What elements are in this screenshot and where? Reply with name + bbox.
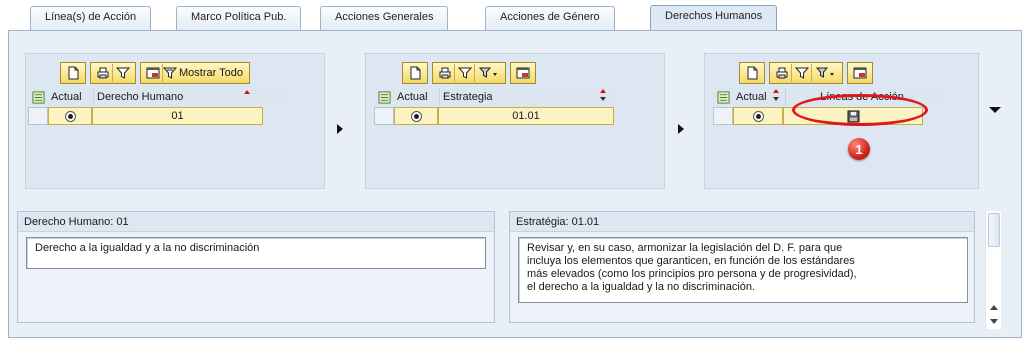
col-derecho-header[interactable]: Derecho Humano bbox=[93, 88, 263, 106]
derecho-detail-text: Derecho a la igualdad y a la no discrimi… bbox=[26, 237, 486, 269]
toolbar-group bbox=[847, 62, 873, 84]
toolbar-group bbox=[769, 62, 843, 84]
radio-selected-icon bbox=[410, 110, 422, 122]
estrategia-toolbar bbox=[402, 62, 536, 84]
col-actual-label: Actual bbox=[736, 91, 767, 103]
export-icon[interactable] bbox=[143, 64, 163, 82]
highlight-ellipse bbox=[792, 94, 928, 126]
tab-marco-politica[interactable]: Marco Política Pub. bbox=[176, 6, 302, 30]
toolbar-group bbox=[432, 62, 506, 84]
print-icon[interactable] bbox=[435, 64, 455, 82]
col-actual-label: Actual bbox=[51, 91, 82, 103]
sort-ascending-icon bbox=[600, 89, 606, 93]
estrategia-grid: Actual Estrategia 01.01 bbox=[365, 53, 665, 189]
text-line: más elevados (como los principios pro pe… bbox=[527, 268, 857, 280]
row-actual-radio[interactable] bbox=[394, 107, 438, 125]
estrategia-detail-box: Estratégia: 01.01 Revisar y, en su caso,… bbox=[509, 211, 975, 323]
dropdown-arrow-icon[interactable] bbox=[989, 107, 1001, 113]
tab-acciones-generales[interactable]: Acciones Generales bbox=[320, 6, 449, 30]
filter-icon[interactable] bbox=[113, 64, 133, 82]
col-estrategia-label: Estrategia bbox=[443, 91, 493, 103]
scrollbar-thumb[interactable] bbox=[988, 213, 1000, 247]
tab-derechos-humanos[interactable]: Derechos Humanos bbox=[650, 5, 778, 31]
show-all-button[interactable]: Mostrar Todo bbox=[163, 64, 247, 82]
tab-label: Marco Política Pub. bbox=[191, 11, 287, 23]
toolbar-group bbox=[60, 62, 86, 84]
table-row[interactable]: 01.01 bbox=[374, 106, 614, 126]
toolbar-group bbox=[739, 62, 765, 84]
row-selector[interactable] bbox=[713, 107, 733, 125]
col-actual-label: Actual bbox=[397, 91, 428, 103]
derecho-toolbar: Mostrar Todo bbox=[60, 62, 250, 84]
col-actual-header[interactable]: Actual bbox=[48, 88, 93, 106]
filter-icon[interactable] bbox=[792, 64, 812, 82]
filter-icon[interactable] bbox=[455, 64, 475, 82]
new-document-icon[interactable] bbox=[405, 64, 425, 82]
expand-arrow-icon[interactable] bbox=[678, 124, 684, 134]
new-document-icon[interactable] bbox=[742, 64, 762, 82]
radio-selected-icon bbox=[752, 110, 764, 122]
row-selector[interactable] bbox=[28, 107, 48, 125]
callout-badge: 1 bbox=[848, 138, 870, 160]
filter-dropdown-icon[interactable] bbox=[812, 64, 840, 82]
col-actual-header[interactable]: Actual bbox=[394, 88, 439, 106]
sort-descending-icon bbox=[773, 97, 779, 101]
select-all-icon[interactable] bbox=[374, 88, 394, 106]
toolbar-group bbox=[90, 62, 136, 84]
col-estrategia-header[interactable]: Estrategia bbox=[439, 88, 614, 106]
tab-panel: Mostrar Todo Actual Derecho Humano 01 Ac… bbox=[8, 30, 1022, 338]
row-actual-radio[interactable] bbox=[48, 107, 92, 125]
estrategia-detail-title: Estratégia: 01.01 bbox=[510, 212, 974, 232]
text-line: incluya los elementos que garanticen, en… bbox=[527, 255, 855, 267]
toolbar-group bbox=[510, 62, 536, 84]
col-actual-header[interactable]: Actual bbox=[733, 88, 785, 106]
filter-multi-icon bbox=[163, 67, 177, 79]
row-selector[interactable] bbox=[374, 107, 394, 125]
lineas-toolbar bbox=[739, 62, 873, 84]
tab-lineas-de-accion[interactable]: Línea(s) de Acción bbox=[30, 6, 152, 30]
export-icon[interactable] bbox=[513, 64, 533, 82]
estrategia-table-header: Actual Estrategia bbox=[374, 88, 614, 106]
radio-selected-icon bbox=[64, 110, 76, 122]
derecho-detail-title: Derecho Humano: 01 bbox=[18, 212, 494, 232]
tab-acciones-genero[interactable]: Acciones de Género bbox=[485, 6, 615, 30]
vertical-scrollbar[interactable] bbox=[985, 211, 1001, 329]
tab-label: Acciones de Género bbox=[500, 11, 600, 23]
print-icon[interactable] bbox=[93, 64, 113, 82]
toolbar-group: Mostrar Todo bbox=[140, 62, 250, 84]
scroll-down-icon[interactable] bbox=[990, 319, 998, 324]
sort-ascending-icon bbox=[244, 90, 250, 94]
tab-strip: Línea(s) de Acción Marco Política Pub. A… bbox=[0, 0, 1030, 31]
print-icon[interactable] bbox=[772, 64, 792, 82]
toolbar-group bbox=[402, 62, 428, 84]
col-derecho-label: Derecho Humano bbox=[97, 91, 184, 103]
tab-label: Línea(s) de Acción bbox=[45, 11, 137, 23]
select-all-icon[interactable] bbox=[28, 88, 48, 106]
sort-ascending-icon bbox=[773, 89, 779, 93]
row-actual-radio[interactable] bbox=[733, 107, 783, 125]
show-all-label: Mostrar Todo bbox=[179, 67, 243, 79]
table-row[interactable]: 01 bbox=[28, 106, 263, 126]
expand-arrow-icon[interactable] bbox=[337, 124, 343, 134]
row-estrategia-value[interactable]: 01.01 bbox=[438, 107, 614, 125]
filter-dropdown-icon[interactable] bbox=[475, 64, 503, 82]
row-derecho-value[interactable]: 01 bbox=[92, 107, 263, 125]
export-icon[interactable] bbox=[850, 64, 870, 82]
estrategia-detail-text: Revisar y, en su caso, armonizar la legi… bbox=[518, 237, 968, 303]
text-line: Revisar y, en su caso, armonizar la legi… bbox=[527, 242, 843, 254]
derecho-detail-box: Derecho Humano: 01 Derecho a la igualdad… bbox=[17, 211, 495, 323]
text-line: el derecho a la igualdad y la no discrim… bbox=[527, 281, 756, 293]
sort-descending-icon bbox=[600, 97, 606, 101]
new-document-icon[interactable] bbox=[63, 64, 83, 82]
derecho-humano-grid: Mostrar Todo Actual Derecho Humano 01 bbox=[25, 53, 325, 189]
derecho-table-header: Actual Derecho Humano bbox=[28, 88, 283, 106]
tab-label: Acciones Generales bbox=[335, 11, 434, 23]
select-all-icon[interactable] bbox=[713, 88, 733, 106]
tab-label: Derechos Humanos bbox=[665, 10, 763, 22]
scroll-up-icon[interactable] bbox=[990, 305, 998, 310]
